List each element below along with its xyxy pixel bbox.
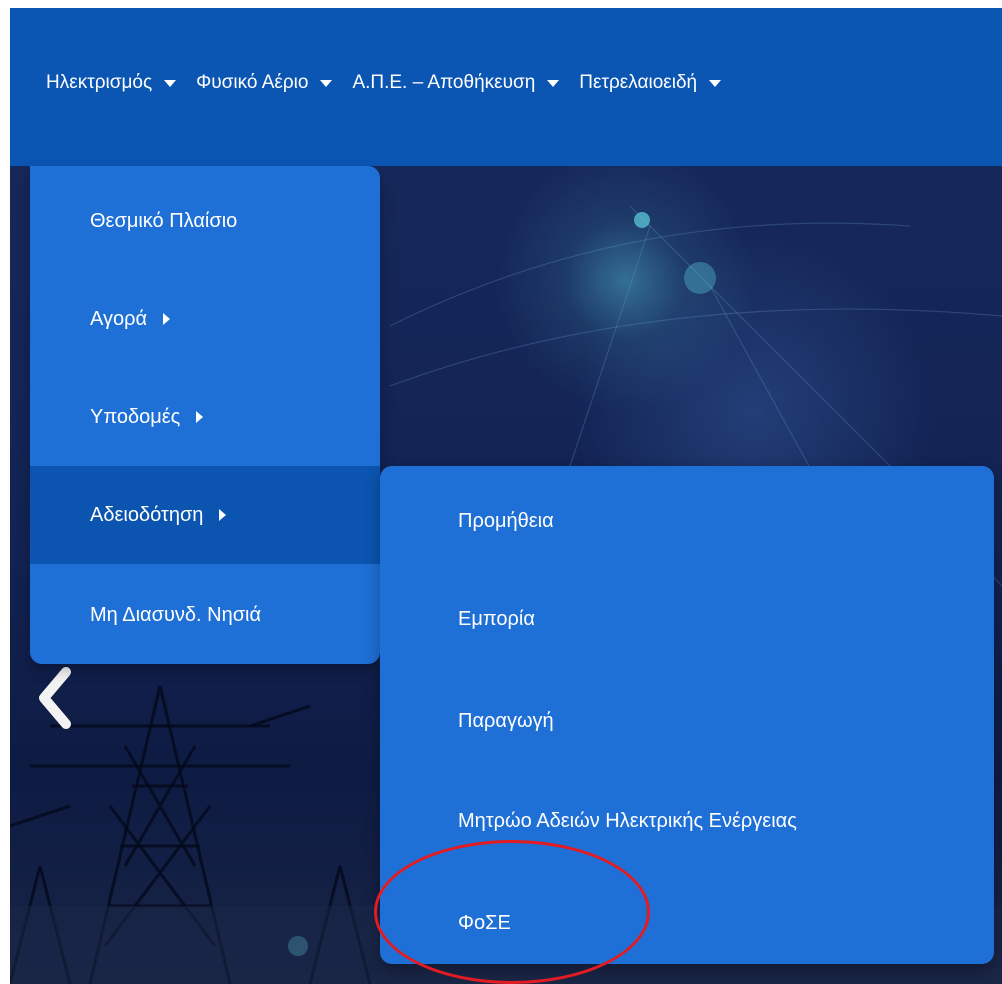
nav-item-label: Ηλεκτρισμός <box>46 72 153 93</box>
menu-item-label: Αγορά <box>90 307 148 330</box>
caret-down-icon <box>547 79 560 87</box>
nav-item-renewables-storage[interactable]: Α.Π.Ε. – Αποθήκευση <box>352 72 560 94</box>
top-navigation-bar: Ηλεκτρισμός Φυσικό Αέριο Α.Π.Ε. – Αποθήκ… <box>10 8 1002 166</box>
submenu-item-fose[interactable]: ΦοΣΕ <box>380 874 994 972</box>
menu-item-label: Θεσμικό Πλαίσιο <box>90 209 238 232</box>
submenu-item-label: Μητρώο Αδειών Ηλεκτρικής Ενέργειας <box>458 809 797 832</box>
caret-down-icon <box>709 79 722 87</box>
carousel-prev-button[interactable] <box>34 666 84 736</box>
menu-item-infrastructure[interactable]: Υποδομές <box>30 368 380 466</box>
nav-item-natural-gas[interactable]: Φυσικό Αέριο <box>196 72 333 94</box>
submenu-item-label: ΦοΣΕ <box>458 911 511 934</box>
nav-item-label: Φυσικό Αέριο <box>196 72 309 93</box>
menu-item-market[interactable]: Αγορά <box>30 270 380 368</box>
submenu-item-production[interactable]: Παραγωγή <box>380 672 994 770</box>
menu-item-label: Μη Διασυνδ. Νησιά <box>90 603 262 626</box>
nav-item-electricity[interactable]: Ηλεκτρισμός <box>46 72 177 94</box>
menu-item-licensing[interactable]: Αδειοδότηση <box>30 466 380 564</box>
main-nav: Ηλεκτρισμός Φυσικό Αέριο Α.Π.Ε. – Αποθήκ… <box>10 68 741 98</box>
nav-item-label: Πετρελαιοειδή <box>579 72 698 93</box>
submenu-item-trading[interactable]: Εμπορία <box>380 570 994 668</box>
submenu-item-electricity-license-registry[interactable]: Μητρώο Αδειών Ηλεκτρικής Ενέργειας <box>380 772 994 870</box>
menu-item-label: Αδειοδότηση <box>90 503 204 526</box>
caret-down-icon <box>164 79 177 87</box>
menu-item-institutional-framework[interactable]: Θεσμικό Πλαίσιο <box>30 172 380 270</box>
submenu-item-label: Εμπορία <box>458 607 535 630</box>
licensing-submenu: Προμήθεια Εμπορία Παραγωγή Μητρώο Αδειών… <box>380 466 994 964</box>
menu-item-label: Υποδομές <box>90 405 181 428</box>
submenu-item-supply[interactable]: Προμήθεια <box>380 472 994 570</box>
nav-item-label: Α.Π.Ε. – Αποθήκευση <box>352 72 536 93</box>
nav-item-petroleum[interactable]: Πετρελαιοειδή <box>579 72 722 94</box>
chevron-left-icon <box>39 667 71 729</box>
caret-right-icon <box>196 411 204 423</box>
caret-down-icon <box>320 79 333 87</box>
page: Ηλεκτρισμός Φυσικό Αέριο Α.Π.Ε. – Αποθήκ… <box>10 8 1002 984</box>
electricity-dropdown-menu: Θεσμικό Πλαίσιο Αγορά Υποδομές Αδειοδότη… <box>30 166 380 664</box>
submenu-item-label: Παραγωγή <box>458 709 554 732</box>
submenu-item-label: Προμήθεια <box>458 509 554 532</box>
caret-right-icon <box>219 509 227 521</box>
menu-item-non-interconnected-islands[interactable]: Μη Διασυνδ. Νησιά <box>30 566 380 664</box>
caret-right-icon <box>163 313 171 325</box>
